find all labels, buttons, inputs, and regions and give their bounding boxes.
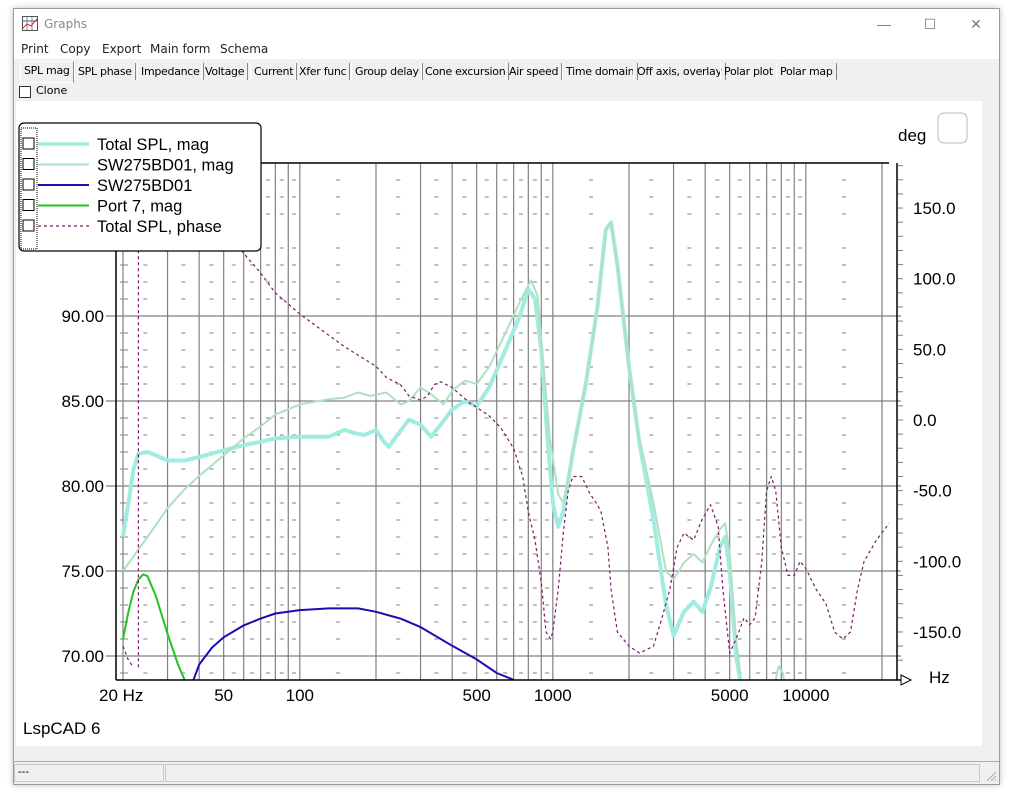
close-icon: ✕ bbox=[970, 15, 982, 32]
window-title: Graphs bbox=[44, 17, 88, 31]
watermark: LspCAD 6 bbox=[23, 719, 100, 738]
tab-spl-mag[interactable]: SPL mag bbox=[20, 61, 74, 83]
legend-checkbox[interactable] bbox=[22, 137, 35, 150]
legend-label: Port 7, mag bbox=[97, 198, 182, 216]
series-sw275bd01-mag-hf bbox=[774, 665, 785, 680]
menu-schema[interactable]: Schema bbox=[220, 42, 268, 56]
y-left-tick-label: 90.00 bbox=[61, 307, 104, 326]
y-right-unit-label: deg bbox=[898, 126, 926, 145]
legend-toggle-button[interactable] bbox=[937, 112, 968, 144]
title-bar: Graphs — ☐ ✕ bbox=[14, 9, 999, 39]
legend-checkbox[interactable] bbox=[22, 199, 35, 211]
tab-polar-map[interactable]: Polar map bbox=[776, 63, 837, 80]
series-total-spl-mag bbox=[121, 220, 743, 680]
status-left: --- bbox=[14, 764, 164, 782]
x-tick-label: 5000 bbox=[711, 686, 749, 705]
menu-copy[interactable]: Copy bbox=[60, 42, 90, 56]
series-total-spl-phase bbox=[122, 645, 134, 668]
y-right-tick-label: -50.0 bbox=[913, 482, 952, 501]
series-sw275bd01-mag bbox=[122, 221, 742, 674]
series-sw275bd01 bbox=[192, 607, 514, 680]
legend-checkbox[interactable] bbox=[22, 178, 35, 191]
graphs-window: Graphs — ☐ ✕ Print Copy Export Main form… bbox=[13, 8, 1000, 785]
y-right-tick-label: -150.0 bbox=[913, 623, 961, 642]
tab-xfer-func[interactable]: Xfer func bbox=[295, 63, 351, 80]
legend-label: Total SPL, mag bbox=[97, 136, 209, 154]
tab-current[interactable]: Current bbox=[250, 63, 298, 80]
menu-main-form[interactable]: Main form bbox=[150, 42, 210, 56]
tab-cone-excursion[interactable]: Cone excursion bbox=[421, 63, 510, 80]
x-tick-label: 1000 bbox=[534, 686, 572, 705]
y-right-tick-label: 100.0 bbox=[913, 270, 956, 289]
graph-panel: 90.00 85.00 80.00 75.00 70.00 150.0 100.0 50.0 0… bbox=[16, 101, 982, 746]
x-tick-label: 100 bbox=[286, 686, 314, 705]
tab-time-domain[interactable]: Time domain bbox=[562, 63, 639, 80]
status-bar: --- bbox=[14, 761, 999, 784]
y-left-tick-label: 70.00 bbox=[61, 647, 104, 666]
maximize-icon: ☐ bbox=[923, 15, 937, 32]
tab-impedance[interactable]: Impedance bbox=[137, 63, 204, 80]
menu-bar: Print Copy Export Main form Schema bbox=[14, 39, 999, 59]
spl-chart[interactable]: 90.00 85.00 80.00 75.00 70.00 150.0 100.0 50.0 0… bbox=[16, 101, 982, 746]
y-right-tick-label: 50.0 bbox=[913, 340, 946, 359]
app-icon bbox=[22, 16, 38, 31]
tab-off-axis-overlay[interactable]: Off axis, overlay bbox=[633, 63, 726, 80]
x-tick-label: 50 bbox=[214, 686, 233, 705]
legend-label: SW275BD01 bbox=[97, 177, 192, 195]
clone-checkbox[interactable] bbox=[19, 86, 31, 98]
y-right-tick-label: 0.0 bbox=[913, 411, 937, 430]
legend-checkbox[interactable] bbox=[22, 158, 35, 170]
resize-grip-icon[interactable] bbox=[985, 770, 997, 782]
y-right-tick-label: -100.0 bbox=[913, 552, 961, 571]
x-axis-arrow-icon bbox=[900, 674, 913, 686]
y-right-tick-label: 150.0 bbox=[913, 199, 956, 218]
tab-spl-phase[interactable]: SPL phase bbox=[74, 63, 136, 80]
y-left-tick-label: 75.00 bbox=[61, 562, 104, 581]
x-tick-label: 10000 bbox=[782, 686, 829, 705]
tab-bar: SPL mag SPL phase Impedance Voltage Curr… bbox=[14, 60, 999, 83]
x-tick-label: 20 Hz bbox=[99, 686, 143, 705]
status-right bbox=[165, 764, 980, 782]
tab-group-delay[interactable]: Group delay bbox=[351, 63, 423, 80]
clone-label: Clone bbox=[36, 84, 68, 97]
close-button[interactable]: ✕ bbox=[953, 9, 999, 39]
series-port-7-mag bbox=[122, 573, 186, 680]
menu-export[interactable]: Export bbox=[102, 42, 141, 56]
legend[interactable]: Total SPL, mag SW275BD01, mag SW275BD01 Por… bbox=[18, 122, 262, 252]
x-axis-unit-label: Hz bbox=[929, 668, 950, 687]
legend-label: SW275BD01, mag bbox=[97, 157, 234, 175]
maximize-button[interactable]: ☐ bbox=[907, 9, 953, 39]
series-total-spl-phase bbox=[177, 163, 889, 654]
y-left-tick-label: 80.00 bbox=[61, 477, 104, 496]
menu-print[interactable]: Print bbox=[21, 42, 49, 56]
tab-air-speed[interactable]: Air speed bbox=[505, 63, 563, 80]
y-left-tick-label: 85.00 bbox=[61, 392, 104, 411]
minimize-icon: — bbox=[877, 16, 891, 32]
legend-label: Total SPL, phase bbox=[97, 218, 222, 236]
minimize-button[interactable]: — bbox=[861, 9, 907, 39]
x-tick-label: 500 bbox=[462, 686, 490, 705]
tab-voltage[interactable]: Voltage bbox=[201, 63, 249, 80]
tab-polar-plot[interactable]: Polar plot bbox=[720, 63, 777, 80]
legend-checkbox[interactable] bbox=[22, 219, 35, 232]
